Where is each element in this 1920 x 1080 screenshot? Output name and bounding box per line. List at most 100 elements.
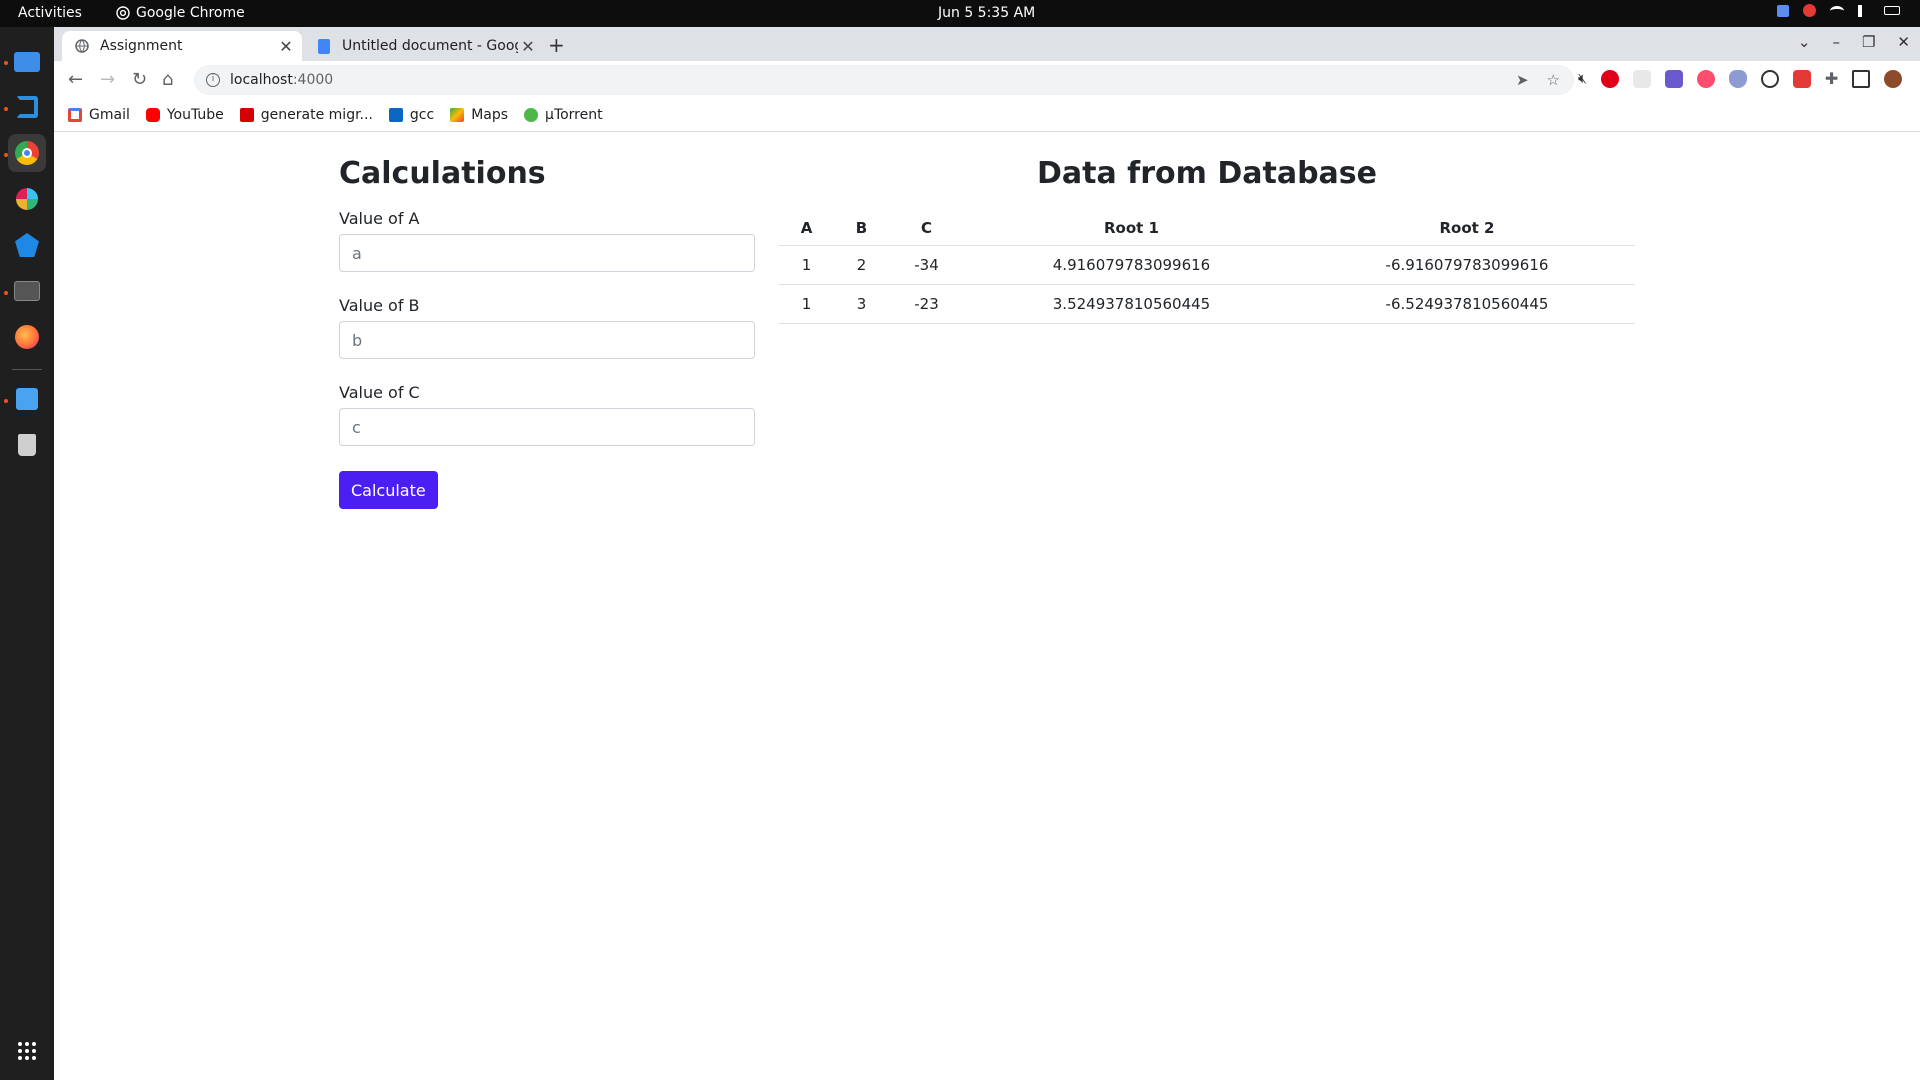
dropper-extension-icon[interactable] <box>1664 69 1683 88</box>
header-root-2: Root 2 <box>1299 211 1635 246</box>
forward-icon[interactable]: → <box>100 69 115 90</box>
close-window-icon[interactable]: ✕ <box>1897 33 1910 51</box>
blank-extension-icon[interactable] <box>1632 69 1651 88</box>
vscode-icon[interactable] <box>8 88 46 126</box>
minimize-icon[interactable]: – <box>1832 33 1840 51</box>
firefox-icon[interactable] <box>8 318 46 356</box>
clock[interactable]: Jun 5 5:35 AM <box>938 5 1035 21</box>
app-name: Google Chrome <box>136 5 245 21</box>
tab-assignment[interactable]: Assignment ✕ <box>62 31 302 61</box>
label-value-a: Value of A <box>339 209 420 228</box>
terminal-icon[interactable] <box>8 272 46 310</box>
site-info-icon[interactable]: i <box>206 73 220 87</box>
close-tab-icon[interactable]: ✕ <box>518 37 538 56</box>
home-icon[interactable]: ⌂ <box>162 69 173 90</box>
c-extension-icon[interactable] <box>1792 69 1811 88</box>
roots-table: A B C Root 1 Root 2 1 2 -34 4.9160797830… <box>779 211 1635 324</box>
extensions-puzzle-icon[interactable]: ✚ <box>1825 69 1838 88</box>
bookmark-youtube[interactable]: YouTube <box>145 107 224 123</box>
header-b: B <box>834 211 889 246</box>
utorrent-icon <box>524 108 539 122</box>
address-bar[interactable]: i localhost:4000 ➤ ☆ <box>194 65 1574 95</box>
table-header-row: A B C Root 1 Root 2 <box>779 211 1635 246</box>
show-apps-icon[interactable] <box>8 1032 46 1070</box>
cell-root-1: 3.524937810560445 <box>964 284 1299 324</box>
database-title: Data from Database <box>1037 156 1377 191</box>
bookmark-utorrent[interactable]: µTorrent <box>524 107 603 123</box>
extensions-bar: 🔇︎ ✚ ⋮ <box>1578 69 1920 88</box>
shield-extension-icon[interactable] <box>1728 69 1747 88</box>
system-tray[interactable] <box>1777 4 1900 17</box>
menu-icon[interactable]: ⋮ <box>1916 69 1920 88</box>
new-tab-button[interactable]: + <box>548 33 565 57</box>
browser-chrome: Assignment ✕ Untitled document - Goog ✕ … <box>54 27 1920 132</box>
alert-icon[interactable] <box>1803 4 1816 17</box>
restore-icon[interactable]: ❐ <box>1862 33 1875 51</box>
globe-icon <box>74 38 90 54</box>
page-content: Calculations Value of A Value of B Value… <box>54 132 1920 1080</box>
youtube-icon <box>145 108 160 122</box>
linkedin-icon <box>388 108 403 122</box>
header-root-1: Root 1 <box>964 211 1299 246</box>
tab-title: Assignment <box>100 38 183 54</box>
calculations-title: Calculations <box>339 156 546 191</box>
battery-icon[interactable] <box>1884 6 1900 15</box>
cell-c: -34 <box>889 245 964 285</box>
cell-b: 3 <box>834 284 889 324</box>
files-icon[interactable] <box>8 43 46 81</box>
slack-icon[interactable] <box>8 180 46 218</box>
send-icon[interactable]: ➤ <box>1516 71 1529 89</box>
browser-toolbar: ← → ↻ ⌂ i localhost:4000 ➤ ☆ 🔇︎ ✚ ⋮ <box>54 61 1920 99</box>
value-a-input[interactable] <box>339 234 755 272</box>
cell-b: 2 <box>834 245 889 285</box>
tab-strip: Assignment ✕ Untitled document - Goog ✕ … <box>54 27 1920 61</box>
gmail-icon <box>68 108 82 122</box>
side-panel-icon[interactable] <box>1852 69 1871 88</box>
bookmark-generate-migration[interactable]: generate migr... <box>239 107 373 123</box>
calculation-form: Calculations Value of A Value of B Value… <box>339 156 755 509</box>
bookmarks-bar: Gmail YouTube generate migr... gcc Maps … <box>54 99 1920 132</box>
url-port: :4000 <box>292 72 334 88</box>
dock <box>0 27 54 1080</box>
label-value-b: Value of B <box>339 296 420 315</box>
bookmark-gcc[interactable]: gcc <box>388 107 434 123</box>
text-editor-icon[interactable] <box>8 380 46 418</box>
table-row: 1 2 -34 4.916079783099616 -6.91607978309… <box>779 245 1635 285</box>
tab-search-icon[interactable]: ⌄ <box>1798 33 1811 51</box>
notification-icon[interactable] <box>1777 4 1789 17</box>
chrome-dock-icon[interactable] <box>8 134 46 172</box>
tab-untitled-document[interactable]: Untitled document - Goog ✕ <box>304 31 544 61</box>
maps-icon <box>450 108 465 122</box>
activities-button[interactable]: Activities <box>18 5 82 21</box>
cell-a: 1 <box>779 245 834 285</box>
opera-extension-icon[interactable] <box>1600 69 1619 88</box>
window-controls: ⌄ – ❐ ✕ <box>1798 33 1910 51</box>
database-panel: Data from Database A B C Root 1 Root 2 1… <box>779 156 1635 324</box>
bookmark-red-icon <box>239 108 254 122</box>
reload-icon[interactable]: ↻ <box>132 69 147 90</box>
bookmark-star-icon[interactable]: ☆ <box>1547 71 1560 89</box>
value-b-input[interactable] <box>339 321 755 359</box>
bookmark-maps[interactable]: Maps <box>450 107 508 123</box>
share-extension-icon[interactable] <box>1696 69 1715 88</box>
volume-icon[interactable] <box>1858 4 1870 17</box>
url-host: localhost <box>230 72 293 88</box>
table-row: 1 3 -23 3.524937810560445 -6.52493781056… <box>779 284 1635 324</box>
value-c-input[interactable] <box>339 408 755 446</box>
back-icon[interactable]: ← <box>68 69 83 90</box>
trash-icon[interactable] <box>8 426 46 464</box>
timer-extension-icon[interactable] <box>1760 69 1779 88</box>
calculate-button[interactable]: Calculate <box>339 471 438 509</box>
cell-root-2: -6.916079783099616 <box>1299 245 1635 285</box>
cell-root-2: -6.524937810560445 <box>1299 284 1635 324</box>
cell-a: 1 <box>779 284 834 324</box>
wifi-icon[interactable] <box>1830 5 1844 16</box>
bookmark-gmail[interactable]: Gmail <box>68 107 130 123</box>
app-menu[interactable]: Google Chrome <box>116 5 245 21</box>
close-tab-icon[interactable]: ✕ <box>276 37 296 56</box>
cell-root-1: 4.916079783099616 <box>964 245 1299 285</box>
header-c: C <box>889 211 964 246</box>
mute-icon[interactable]: 🔇︎ <box>1578 71 1587 87</box>
kubernetes-icon[interactable] <box>8 226 46 264</box>
profile-avatar[interactable] <box>1884 69 1903 88</box>
